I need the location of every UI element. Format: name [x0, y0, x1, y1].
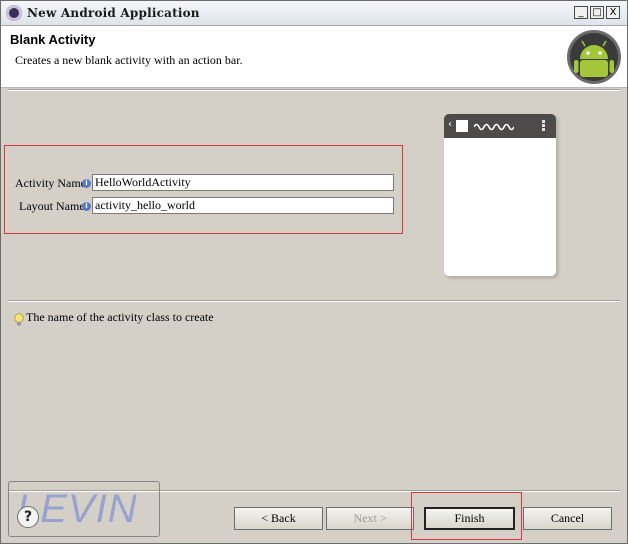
maximize-button[interactable]: □ — [590, 6, 604, 19]
page-description: Creates a new blank activity with an act… — [15, 53, 243, 67]
preview-title-icon — [474, 123, 514, 131]
layout-name-input[interactable]: activity_hello_world — [92, 197, 394, 214]
minimize-button[interactable]: _ — [574, 6, 588, 19]
eclipse-icon — [6, 5, 22, 21]
preview-back-icon: ‹ — [448, 119, 452, 130]
lightbulb-icon — [14, 313, 24, 326]
help-icon[interactable]: ? — [17, 506, 39, 528]
activity-preview: ‹ — [444, 114, 556, 276]
preview-action-bar: ‹ — [444, 114, 556, 138]
cancel-button[interactable]: Cancel — [523, 507, 612, 530]
layout-name-label: Layout Name — [19, 199, 85, 213]
activity-name-info-icon: i — [82, 179, 91, 188]
activity-name-label: Activity Name — [15, 176, 86, 190]
android-logo-icon — [567, 30, 621, 84]
title-bar[interactable]: New Android Application _ □ X — [1, 1, 627, 26]
content-separator — [8, 300, 620, 302]
layout-name-info-icon: i — [82, 202, 91, 211]
finish-highlight — [411, 492, 522, 540]
close-button[interactable]: X — [606, 6, 620, 19]
preview-overflow-icon — [542, 120, 545, 132]
hint-text: The name of the activity class to create — [26, 310, 214, 324]
wizard-window: New Android Application _ □ X Blank Acti… — [0, 0, 628, 544]
activity-name-input[interactable]: HelloWorldActivity — [92, 174, 394, 191]
header-separator — [8, 89, 620, 91]
back-button[interactable]: < Back — [234, 507, 323, 530]
window-title: New Android Application — [27, 6, 200, 20]
page-title: Blank Activity — [10, 32, 96, 47]
next-button[interactable]: Next > — [326, 507, 414, 530]
preview-app-icon — [456, 120, 468, 132]
wizard-header: Blank Activity Creates a new blank activ… — [1, 26, 627, 88]
